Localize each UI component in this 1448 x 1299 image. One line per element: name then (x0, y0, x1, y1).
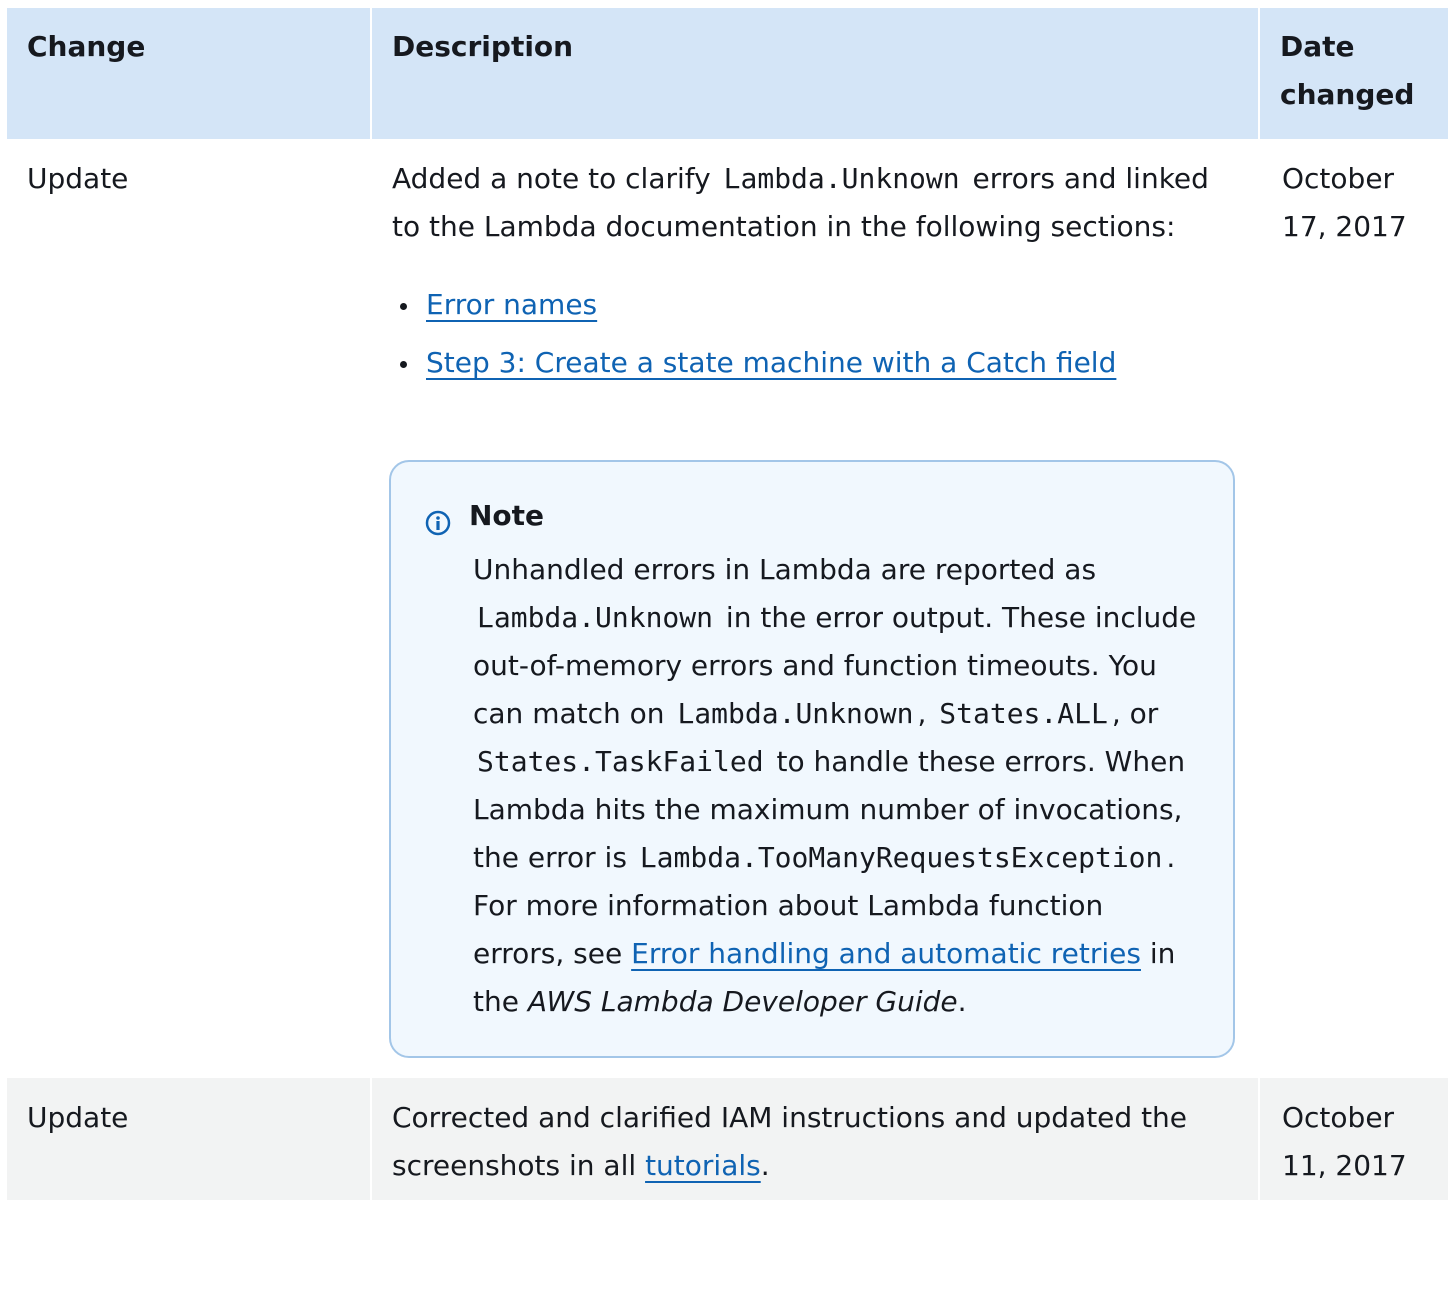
header-change: Change (7, 8, 372, 139)
note-text: Unhandled errors in Lambda are reported … (473, 553, 1097, 586)
code-toomanyrequests: Lambda.TooManyRequestsException (639, 841, 1163, 874)
description-text: . (760, 1149, 770, 1182)
table-row: Update Added a note to clarify Lambda.Un… (7, 139, 1448, 1078)
note-text: , or (1111, 697, 1159, 730)
header-date-changed: Date changed (1259, 8, 1448, 139)
header-description: Description (371, 8, 1260, 139)
list-item: Step 3: Create a state machine with a Ca… (396, 339, 1238, 387)
description-text: Added a note to clarify Lambda.Unknown e… (392, 155, 1238, 251)
link-error-handling-retries[interactable]: Error handling and automatic retries (631, 937, 1141, 970)
code-lambda-unknown: Lambda.Unknown (677, 697, 914, 730)
guide-title: AWS Lambda Developer Guide (527, 985, 958, 1018)
description-cell: Added a note to clarify Lambda.Unknown e… (371, 139, 1260, 1078)
note-title: Note (469, 499, 545, 532)
date-cell: October 17, 2017 (1282, 162, 1407, 243)
change-cell: Update (7, 1078, 372, 1200)
list-item: Error names (396, 281, 1238, 329)
table-header-row: Change Description Date changed (7, 8, 1448, 139)
date-cell: October 11, 2017 (1259, 1078, 1448, 1200)
description-cell: Corrected and clarified IAM instructions… (371, 1078, 1260, 1200)
change-cell: Update (7, 139, 372, 1078)
note-callout: Note Unhandled errors in Lambda are repo… (389, 460, 1235, 1058)
section-links-list: Error names Step 3: Create a state machi… (392, 281, 1238, 387)
link-step-3-catch-field[interactable]: Step 3: Create a state machine with a Ca… (426, 346, 1116, 379)
info-circle-icon (425, 503, 451, 536)
code-lambda-unknown: Lambda.Unknown (723, 162, 960, 195)
code-states-all: States.ALL (939, 697, 1108, 730)
code-states-taskfailed: States.TaskFailed (477, 745, 764, 778)
description-text: Corrected and clarified IAM instructions… (392, 1101, 1188, 1182)
document-history-table: Change Description Date changed Update A… (7, 8, 1448, 1200)
code-lambda-unknown: Lambda.Unknown (477, 601, 714, 634)
link-error-names[interactable]: Error names (426, 288, 597, 321)
note-text: , (917, 697, 936, 730)
table-row: Update Corrected and clarified IAM instr… (7, 1078, 1448, 1200)
note-header: Note (425, 496, 1203, 536)
description-text-part: Added a note to clarify (392, 162, 720, 195)
note-text: . (957, 985, 967, 1018)
link-tutorials[interactable]: tutorials (645, 1149, 761, 1182)
note-body: Unhandled errors in Lambda are reported … (473, 546, 1203, 1026)
